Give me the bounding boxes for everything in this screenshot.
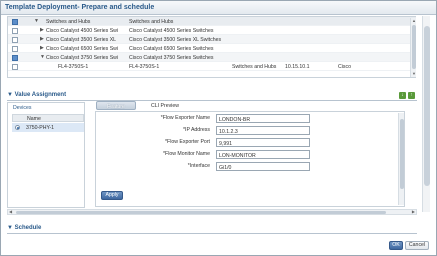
export-icon[interactable]: ↑ bbox=[408, 92, 415, 99]
device-radio[interactable] bbox=[15, 125, 20, 130]
field-label: *Flow Exporter Port bbox=[165, 139, 210, 145]
form-scrollbar[interactable] bbox=[398, 113, 404, 205]
device-name: Switches and Hubs bbox=[46, 18, 91, 25]
row-checkbox[interactable] bbox=[12, 18, 18, 25]
device-name: 3750-PHY-1 bbox=[26, 125, 55, 131]
device-type: Cisco Catalyst 3750 Series Switches bbox=[129, 54, 214, 61]
collapse-triangle-icon[interactable]: ▼ bbox=[7, 225, 15, 231]
scroll-right-icon[interactable]: ▶ bbox=[412, 209, 415, 214]
device-type: Switches and Hubs bbox=[129, 18, 174, 25]
row-checkbox[interactable] bbox=[12, 36, 18, 43]
device-tree: ▼ Switches and Hubs Switches and Hubs ▶ … bbox=[7, 16, 416, 78]
collapse-triangle-icon[interactable]: ▼ bbox=[34, 18, 39, 24]
devices-label: Devices bbox=[13, 105, 32, 111]
flow-exporter-port-field[interactable]: 9,991 bbox=[216, 138, 310, 147]
device-type: Cisco Catalyst 3500 Series XL Switches bbox=[129, 36, 222, 43]
divider bbox=[7, 233, 417, 234]
feature-form: *Flow Exporter Name LONDON-BR *IP Addres… bbox=[95, 111, 405, 207]
devices-panel: Devices Name 3750-PHY-1 bbox=[7, 102, 85, 208]
device-name: Cisco Catalyst 4500 Series Swi bbox=[46, 27, 119, 34]
expand-triangle-icon[interactable]: ▶ bbox=[40, 45, 44, 51]
tree-row[interactable]: ▼ Switches and Hubs Switches and Hubs bbox=[8, 17, 416, 26]
expand-triangle-icon[interactable]: ▶ bbox=[40, 27, 44, 33]
scrollbar-thumb[interactable] bbox=[16, 211, 386, 214]
dialog-scrollbar[interactable] bbox=[422, 16, 430, 212]
device-name: FL4-3750S-1 bbox=[58, 63, 89, 70]
scrollbar-thumb[interactable] bbox=[400, 119, 404, 189]
flow-monitor-name-field[interactable]: LON-MONITOR bbox=[216, 150, 310, 159]
import-icon[interactable]: ↓ bbox=[399, 92, 406, 99]
device-vendor: Cisco bbox=[338, 63, 351, 70]
collapse-triangle-icon[interactable]: ▼ bbox=[40, 54, 45, 60]
field-label: *Flow Exporter Name bbox=[160, 115, 210, 121]
value-assignment-header[interactable]: ▼ Value Assignment bbox=[7, 92, 66, 98]
horizontal-scrollbar[interactable]: ◀ ▶ bbox=[7, 209, 417, 215]
row-checkbox[interactable] bbox=[12, 45, 18, 52]
tree-row[interactable]: ▼ Cisco Catalyst 3750 Series Swi Cisco C… bbox=[8, 53, 416, 62]
device-type: Cisco Catalyst 6500 Series Switches bbox=[129, 45, 214, 52]
field-label: *IP Address bbox=[182, 127, 210, 133]
field-label: *Flow Monitor Name bbox=[163, 151, 210, 157]
flow-exporter-name-field[interactable]: LONDON-BR bbox=[216, 114, 310, 123]
tree-row[interactable]: ▶ Cisco Catalyst 3500 Series XL Cisco Ca… bbox=[8, 35, 416, 44]
section-toolbar: ↓ ↑ bbox=[397, 92, 415, 99]
device-list-item[interactable]: 3750-PHY-1 bbox=[12, 123, 84, 132]
scroll-up-icon[interactable]: ▲ bbox=[411, 18, 417, 24]
column-name: Name bbox=[27, 116, 41, 122]
device-name: Cisco Catalyst 3500 Series XL bbox=[46, 36, 117, 43]
devices-column-header[interactable]: Name bbox=[12, 114, 84, 122]
device-name: Cisco Catalyst 3750 Series Swi bbox=[46, 54, 119, 61]
row-checkbox[interactable] bbox=[12, 54, 18, 61]
schedule-header[interactable]: ▼ Schedule bbox=[7, 225, 41, 231]
cancel-button[interactable]: Cancel bbox=[405, 241, 429, 250]
row-checkbox[interactable] bbox=[12, 63, 18, 70]
field-label: *Interface bbox=[187, 163, 210, 169]
ip-address-field[interactable]: 10.1.2.3 bbox=[216, 126, 310, 135]
value-assignment-title: Value Assignment bbox=[14, 92, 67, 98]
tree-row[interactable]: FL4-3750S-1 FL4-3750S-1 Switches and Hub… bbox=[8, 62, 416, 71]
device-name: Cisco Catalyst 6500 Series Swi bbox=[46, 45, 119, 52]
schedule-title: Schedule bbox=[14, 225, 42, 231]
collapse-triangle-icon[interactable]: ▼ bbox=[7, 92, 15, 98]
scroll-left-icon[interactable]: ◀ bbox=[9, 209, 12, 214]
tree-scrollbar[interactable]: ▲ ▼ bbox=[410, 18, 416, 77]
tab-feature[interactable]: Feature bbox=[96, 101, 136, 110]
device-type: Cisco Catalyst 4500 Series Switches bbox=[129, 27, 214, 34]
device-ip: 10.15.10.1 bbox=[285, 63, 310, 70]
expand-triangle-icon[interactable]: ▶ bbox=[40, 36, 44, 42]
template-deployment-dialog: Template Deployment- Prepare and schedul… bbox=[0, 0, 437, 256]
scrollbar-thumb[interactable] bbox=[424, 26, 430, 186]
interface-field[interactable]: Gi1/0 bbox=[216, 162, 310, 171]
ok-button[interactable]: OK bbox=[389, 241, 403, 250]
tab-cli-preview[interactable]: CLI Preview bbox=[145, 101, 185, 110]
device-category: Switches and Hubs bbox=[232, 63, 277, 70]
apply-button[interactable]: Apply bbox=[101, 191, 123, 200]
scroll-down-icon[interactable]: ▼ bbox=[411, 71, 417, 77]
dialog-title: Template Deployment- Prepare and schedul… bbox=[5, 4, 155, 11]
scrollbar-thumb[interactable] bbox=[412, 25, 416, 69]
row-checkbox[interactable] bbox=[12, 27, 18, 34]
tree-row[interactable]: ▶ Cisco Catalyst 4500 Series Swi Cisco C… bbox=[8, 26, 416, 35]
divider bbox=[7, 100, 417, 101]
dialog-title-bar: Template Deployment- Prepare and schedul… bbox=[1, 1, 436, 15]
tree-row[interactable]: ▶ Cisco Catalyst 6500 Series Swi Cisco C… bbox=[8, 44, 416, 53]
